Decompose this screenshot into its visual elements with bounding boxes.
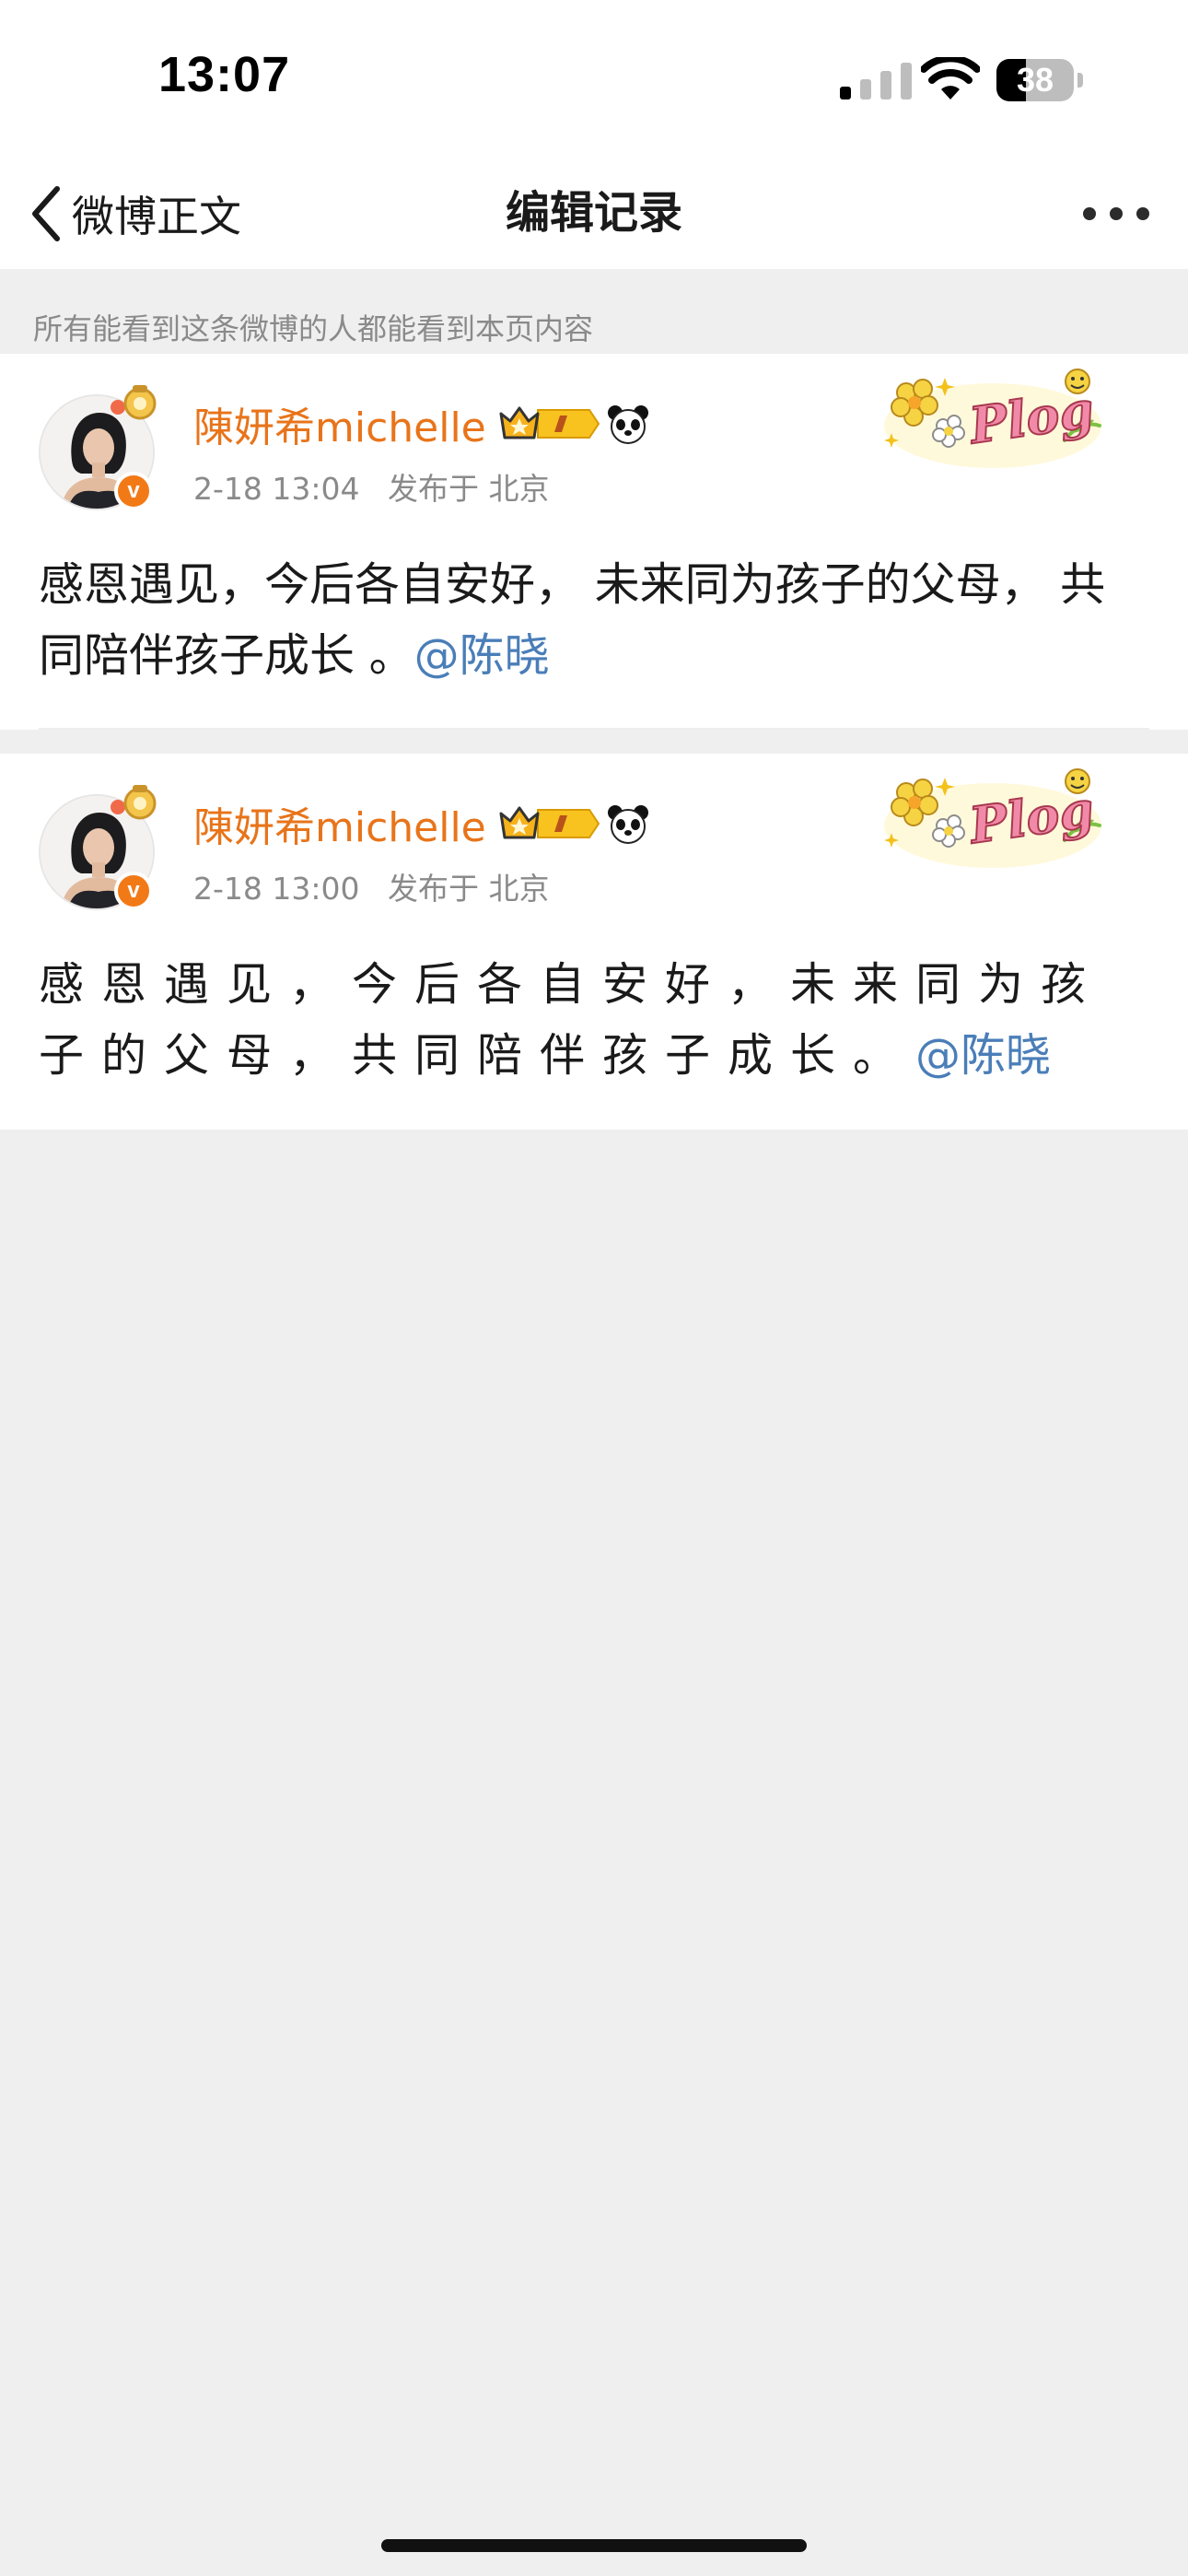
vip-crown-badge[interactable] [497,802,600,845]
wifi-icon [921,57,980,100]
plog-sticker: Plog [884,768,1101,868]
post-meta: 2-18 13:00 发布于 北京 [193,864,550,908]
post-timestamp: 2-18 13:00 [193,871,360,907]
edit-record-card: v 陳妍希michelle 2-18 13:00 发布于 北京 Plog 感恩遇… [0,754,1188,1130]
mention-link[interactable]: @陈晓 [915,1029,1051,1082]
post-timestamp: 2-18 13:04 [193,471,360,507]
more-dot [1110,207,1123,220]
avatar-pendant-icon [111,785,157,820]
avatar[interactable]: v [39,385,157,510]
status-time: 13:07 [158,47,291,102]
status-bar: 13:07 38 [0,0,1188,157]
panda-icon [607,805,648,844]
vip-crown-badge[interactable] [497,403,600,445]
more-dot [1083,207,1096,220]
post-text: 感恩遇见，今后各自安好， 未来同为孩子的父母， 共同陪伴孩子成长 。 [39,558,1106,682]
battery-percentage: 38 [1016,61,1054,99]
more-icon[interactable] [1083,193,1149,234]
battery-body: 38 [996,59,1074,101]
username[interactable]: 陳妍希michelle [193,394,486,453]
post-body: 感恩遇见，今后各自安好，未来同为孩子的父母，共同陪伴孩子成长。@陈晓 [39,949,1149,1091]
visibility-notice: 所有能看到这条微博的人都能看到本页内容 [0,269,1188,354]
post-body: 感恩遇见，今后各自安好， 未来同为孩子的父母， 共同陪伴孩子成长 。@陈晓 [39,549,1149,691]
battery-cap [1077,73,1083,88]
cellular-signal-icon [840,63,912,100]
post-location: 发布于 北京 [388,471,550,507]
back-button[interactable]: 微博正文 [28,177,241,251]
battery-icon: 38 [996,59,1085,101]
post-location: 发布于 北京 [388,871,550,907]
card-divider [39,728,1149,730]
author-row: 陳妍希michelle [193,394,650,453]
chevron-left-icon [32,186,60,241]
verified-icon: v [114,872,153,910]
author-row: 陳妍希michelle [193,794,650,853]
mention-link[interactable]: @陈晓 [414,629,550,682]
nav-bar: 编辑记录 微博正文 [0,157,1188,269]
visibility-notice-text: 所有能看到这条微博的人都能看到本页内容 [33,311,594,346]
plog-sticker: Plog [884,369,1101,468]
post-meta: 2-18 13:04 发布于 北京 [193,464,550,509]
back-button-label: 微博正文 [72,192,241,241]
username[interactable]: 陳妍希michelle [193,794,486,853]
verified-icon: v [114,472,153,510]
home-indicator[interactable] [381,2539,807,2552]
avatar-pendant-icon [111,385,157,420]
avatar[interactable]: v [39,785,157,910]
edit-record-card: v 陳妍希michelle 2-18 13:04 发布于 北京 Plog 感恩遇… [0,354,1188,730]
more-dot [1136,207,1149,220]
panda-icon [607,405,648,444]
